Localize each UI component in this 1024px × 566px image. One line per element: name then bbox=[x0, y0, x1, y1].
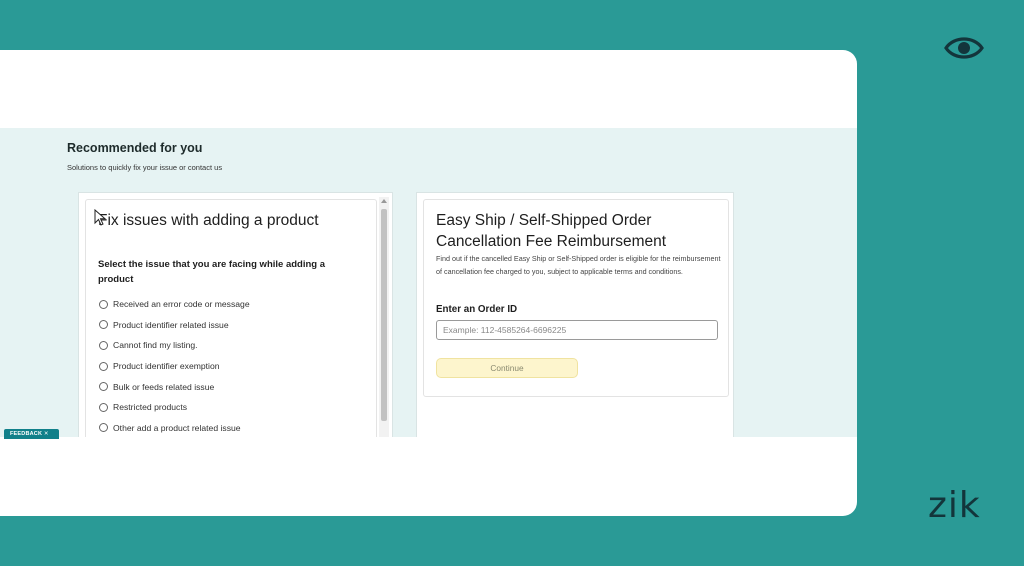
issue-option-label: Other add a product related issue bbox=[113, 422, 241, 433]
scrollbar-thumb[interactable] bbox=[381, 209, 387, 421]
add-product-card: Fix issues with adding a product Select … bbox=[85, 199, 377, 437]
radio-button[interactable] bbox=[99, 299, 108, 309]
order-id-input[interactable] bbox=[436, 320, 718, 340]
radio-button[interactable] bbox=[99, 320, 108, 330]
issue-option[interactable]: Received an error code or message bbox=[99, 294, 250, 315]
issue-option[interactable]: Cannot find my listing. bbox=[99, 335, 250, 356]
scroll-up-arrow-icon[interactable] bbox=[381, 199, 387, 203]
issue-option-label: Restricted products bbox=[113, 402, 188, 413]
continue-button[interactable]: Continue bbox=[436, 358, 578, 378]
issue-option-label: Cannot find my listing. bbox=[113, 340, 198, 351]
issue-options: Received an error code or message Produc… bbox=[99, 294, 250, 437]
radio-button[interactable] bbox=[99, 382, 108, 392]
issue-option[interactable]: Product identifier exemption bbox=[99, 356, 250, 377]
feedback-tab[interactable]: FEEDBACK ✕ bbox=[4, 429, 59, 439]
section-subtitle: Solutions to quickly fix your issue or c… bbox=[67, 163, 223, 172]
radio-button[interactable] bbox=[99, 423, 108, 433]
radio-button[interactable] bbox=[99, 361, 108, 371]
screenshot-card: Recommended for you Solutions to quickly… bbox=[0, 50, 857, 516]
issue-option[interactable]: Other add a product related issue bbox=[99, 418, 250, 437]
scrollbar[interactable] bbox=[379, 197, 389, 437]
issue-option[interactable]: Restricted products bbox=[99, 397, 250, 418]
section-title: Recommended for you bbox=[67, 141, 203, 155]
radio-button[interactable] bbox=[99, 340, 108, 350]
reimbursement-panel: Easy Ship / Self-Shipped Order Cancellat… bbox=[416, 192, 734, 437]
issue-option[interactable]: Bulk or feeds related issue bbox=[99, 376, 250, 397]
help-page: Recommended for you Solutions to quickly… bbox=[0, 128, 857, 437]
reimbursement-title: Easy Ship / Self-Shipped Order Cancellat… bbox=[436, 212, 667, 250]
issue-option-label: Product identifier related issue bbox=[113, 319, 229, 330]
radio-button[interactable] bbox=[99, 402, 108, 412]
add-product-title: Fix issues with adding a product bbox=[98, 212, 319, 229]
issue-option-label: Received an error code or message bbox=[113, 299, 250, 310]
add-product-panel: Fix issues with adding a product Select … bbox=[78, 192, 393, 437]
issue-question: Select the issue that you are facing whi… bbox=[98, 259, 326, 285]
brand-logo: zik bbox=[928, 485, 981, 526]
eye-icon bbox=[944, 37, 984, 59]
mouse-cursor-icon bbox=[94, 209, 107, 226]
issue-option[interactable]: Product identifier related issue bbox=[99, 315, 250, 336]
reimbursement-card: Easy Ship / Self-Shipped Order Cancellat… bbox=[423, 199, 729, 397]
order-id-label: Enter an Order ID bbox=[436, 304, 518, 315]
issue-option-label: Product identifier exemption bbox=[113, 361, 220, 372]
reimbursement-description: Find out if the cancelled Easy Ship or S… bbox=[436, 254, 721, 276]
issue-option-label: Bulk or feeds related issue bbox=[113, 381, 215, 392]
